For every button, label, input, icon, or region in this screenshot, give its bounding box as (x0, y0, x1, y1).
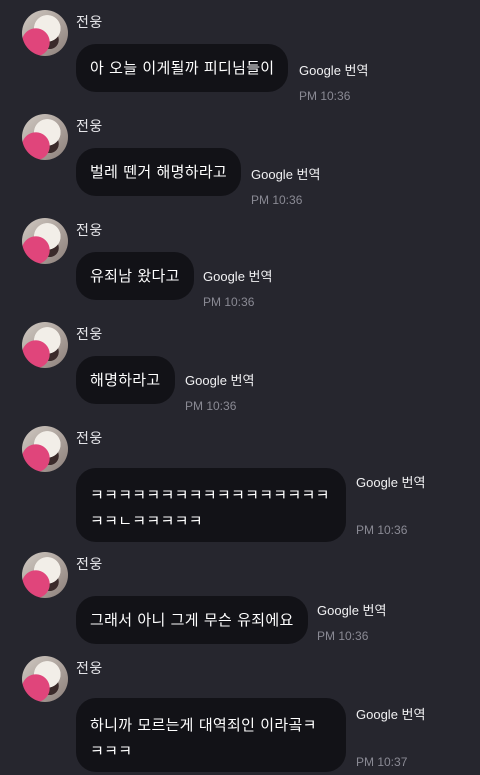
sender-name: 전웅 (76, 119, 103, 135)
message-text: 벌레 뗀거 해명하라고 (90, 163, 228, 181)
sender-name: 전웅 (76, 15, 103, 31)
timestamp: PM 10:36 (251, 193, 303, 207)
message-meta: Google 번역 PM 10:36 (356, 472, 425, 537)
timestamp: PM 10:36 (299, 89, 351, 103)
message-bubble[interactable]: 벌레 뗀거 해명하라고 (76, 148, 242, 196)
sender-name: 전웅 (76, 431, 103, 447)
google-translate-link[interactable]: Google 번역 (185, 370, 254, 389)
message-bubble[interactable]: 그래서 아니 그게 무슨 유죄에요 (76, 596, 308, 644)
sender-name: 전웅 (76, 223, 103, 239)
avatar[interactable] (22, 552, 68, 598)
sender-name: 전웅 (76, 557, 103, 573)
message-bubble[interactable]: 하니까 모르는게 대역죄인 이라곸ㅋ ㅋㅋㅋ (76, 698, 346, 772)
message-meta: Google 번역 PM 10:36 (203, 266, 272, 309)
google-translate-link[interactable]: Google 번역 (356, 704, 425, 723)
sender-name: 전웅 (76, 661, 103, 677)
timestamp: PM 10:36 (356, 523, 408, 537)
message-text-line: ㅋㅋㄴㅋㅋㅋㅋㅋ (90, 512, 203, 530)
timestamp: PM 10:36 (317, 629, 369, 643)
avatar[interactable] (22, 656, 68, 702)
message-bubble[interactable]: 해명하라고 (76, 356, 175, 404)
message-meta: Google 번역 PM 10:36 (185, 370, 254, 413)
sender-name: 전웅 (76, 327, 103, 343)
message-text-line: ㅋㅋㅋㅋㅋㅋㅋㅋㅋㅋㅋㅋㅋㅋㅋㅋㅋ (90, 486, 330, 504)
avatar[interactable] (22, 218, 68, 264)
message-meta: Google 번역 PM 10:36 (299, 60, 368, 103)
timestamp: PM 10:36 (203, 295, 255, 309)
chat-log: 전웅 아 오늘 이게될까 피디님들이 Google 번역 PM 10:36 전웅… (0, 0, 480, 775)
message-bubble[interactable]: 유죄남 왔다고 (76, 252, 194, 300)
timestamp: PM 10:37 (356, 755, 408, 769)
google-translate-link[interactable]: Google 번역 (299, 60, 368, 79)
timestamp: PM 10:36 (185, 399, 237, 413)
message-meta: Google 번역 PM 10:36 (317, 600, 386, 643)
avatar[interactable] (22, 114, 68, 160)
google-translate-link[interactable]: Google 번역 (251, 164, 320, 183)
message-bubble[interactable]: 아 오늘 이게될까 피디님들이 (76, 44, 289, 92)
message-text: 그래서 아니 그게 무슨 유죄에요 (90, 611, 294, 629)
message-text-line: ㅋㅋㅋ (90, 742, 133, 760)
message-bubble[interactable]: ㅋㅋㅋㅋㅋㅋㅋㅋㅋㅋㅋㅋㅋㅋㅋㅋㅋ ㅋㅋㄴㅋㅋㅋㅋㅋ (76, 468, 346, 542)
avatar[interactable] (22, 10, 68, 56)
message-text: 해명하라고 (90, 371, 161, 389)
avatar[interactable] (22, 322, 68, 368)
message-text-line: 하니까 모르는게 대역죄인 이라곸ㅋ (90, 716, 317, 734)
message-meta: Google 번역 PM 10:36 (251, 164, 320, 207)
message-meta: Google 번역 PM 10:37 (356, 704, 425, 769)
google-translate-link[interactable]: Google 번역 (356, 472, 425, 491)
google-translate-link[interactable]: Google 번역 (203, 266, 272, 285)
message-text: 유죄남 왔다고 (90, 267, 180, 285)
message-text: 아 오늘 이게될까 피디님들이 (90, 59, 275, 77)
google-translate-link[interactable]: Google 번역 (317, 600, 386, 619)
avatar[interactable] (22, 426, 68, 472)
